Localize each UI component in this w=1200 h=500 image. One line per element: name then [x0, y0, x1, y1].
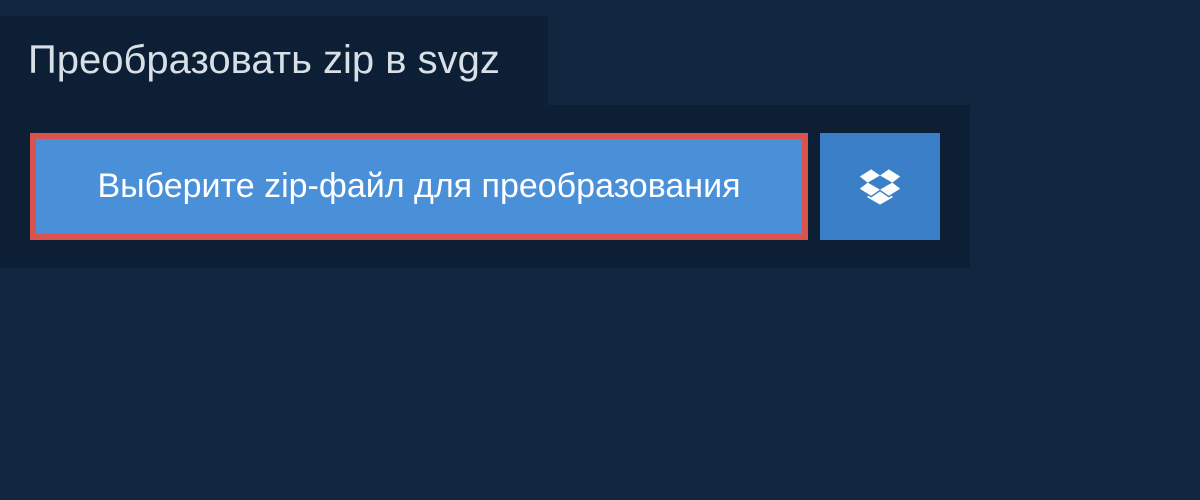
dropbox-icon: [858, 165, 902, 209]
select-file-button[interactable]: Выберите zip-файл для преобразования: [30, 133, 808, 240]
dropbox-button[interactable]: [820, 133, 940, 240]
upload-panel: Выберите zip-файл для преобразования: [0, 105, 970, 268]
select-file-label: Выберите zip-файл для преобразования: [98, 167, 741, 206]
upload-button-row: Выберите zip-файл для преобразования: [30, 133, 940, 240]
page-title-tab: Преобразовать zip в svgz: [0, 16, 548, 105]
page-title: Преобразовать zip в svgz: [28, 38, 500, 83]
